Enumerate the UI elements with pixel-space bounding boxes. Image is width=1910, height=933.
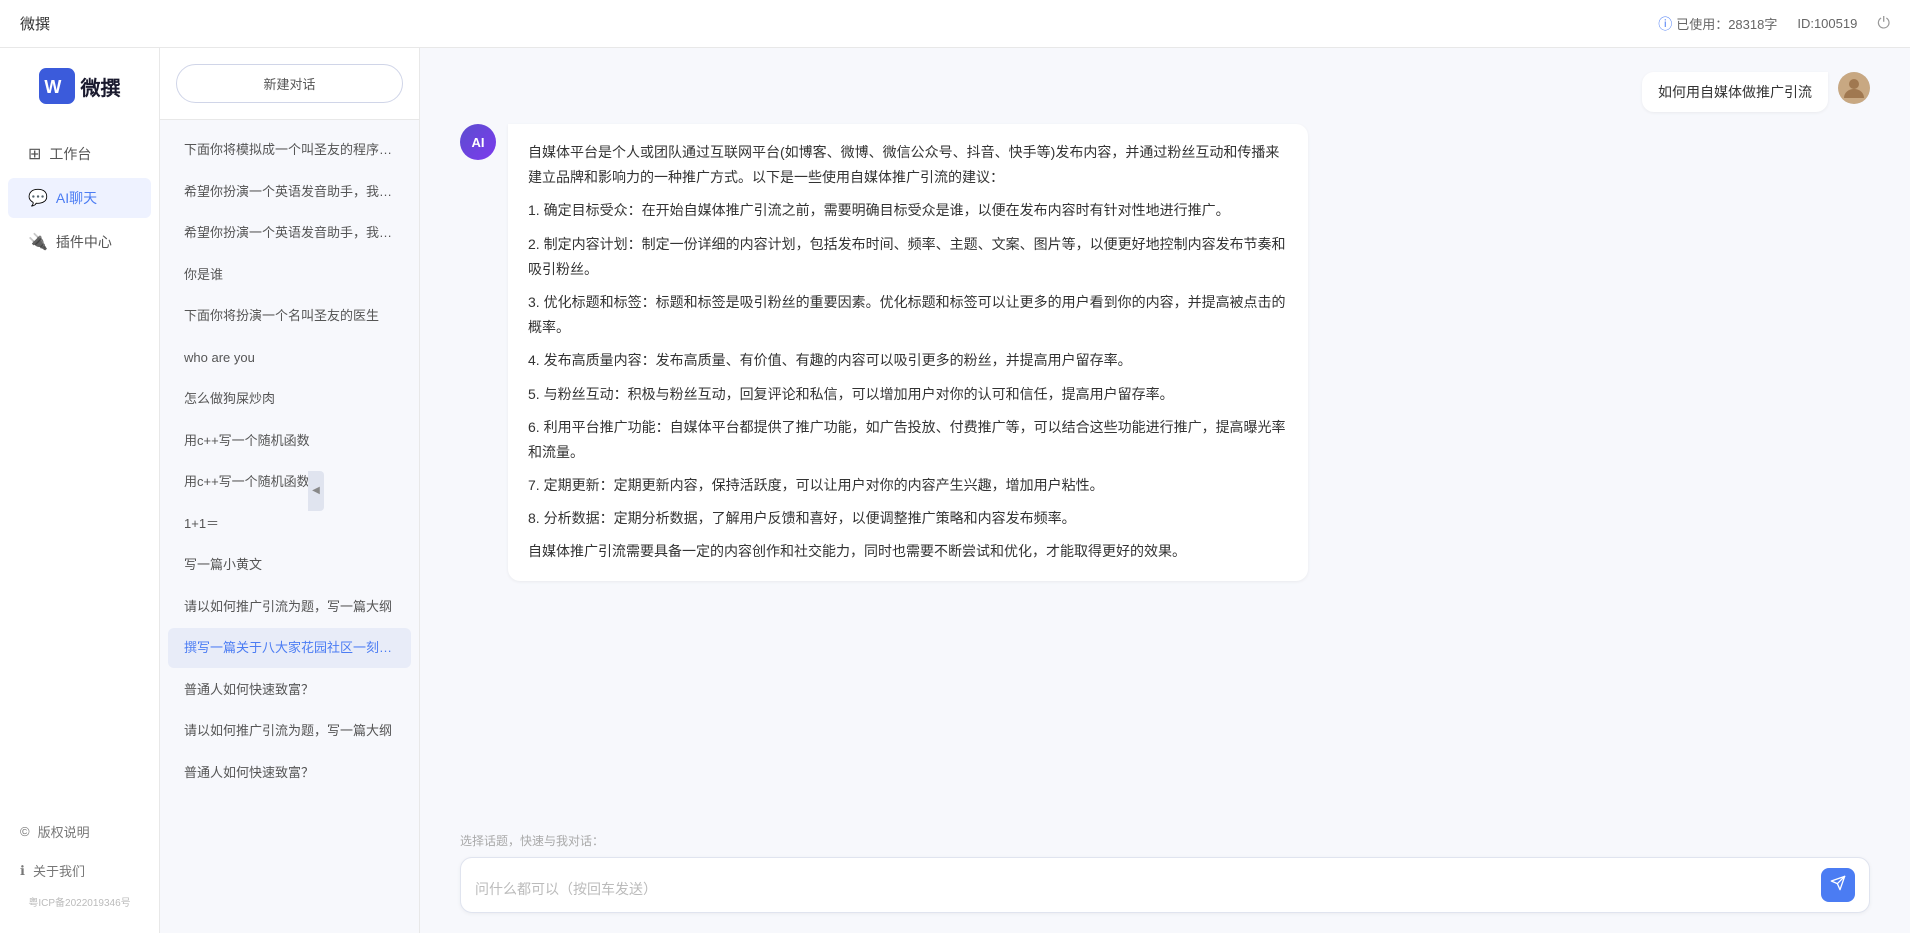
- about-icon: ℹ: [20, 863, 25, 879]
- copyright-item[interactable]: © 版权说明: [0, 812, 159, 851]
- list-item[interactable]: 你是谁: [168, 255, 411, 295]
- send-button[interactable]: [1821, 868, 1855, 902]
- list-item[interactable]: 怎么做狗屎炒肉: [168, 379, 411, 419]
- copyright-icon: ©: [20, 824, 30, 839]
- list-item[interactable]: who are you: [168, 338, 411, 378]
- main-layout: W 微撰 ⊞ 工作台 💬 AI聊天 🔌 插件中心 © 版权说明: [0, 48, 1910, 933]
- ai-para-2: 2. 制定内容计划：制定一份详细的内容计划，包括发布时间、频率、主题、文案、图片…: [528, 232, 1288, 282]
- about-item[interactable]: ℹ 关于我们: [0, 851, 159, 890]
- sidebar-item-workbench-label: 工作台: [49, 144, 91, 164]
- info-icon: ⓘ: [1658, 14, 1672, 34]
- logo-area: W 微撰: [29, 68, 131, 104]
- list-item[interactable]: 下面你将模拟成一个叫圣友的程序员，我说...: [168, 130, 411, 170]
- topbar-title: 微撰: [20, 13, 50, 34]
- ai-para-6: 6. 利用平台推广功能：自媒体平台都提供了推广功能，如广告投放、付费推广等，可以…: [528, 415, 1288, 465]
- ai-avatar: AI: [460, 124, 496, 160]
- chat-area: 如何用自媒体做推广引流 AI 自媒体平台是个人或团队通过互联网平台(如博客、微博…: [420, 48, 1910, 933]
- collapse-sidebar-button[interactable]: ◀: [308, 471, 324, 511]
- ai-chat-icon: 💬: [28, 188, 48, 208]
- sidebar-item-ai-chat-label: AI聊天: [56, 188, 97, 208]
- input-box: [460, 857, 1870, 913]
- topbar-usage: ⓘ 已使用：28318字: [1658, 14, 1777, 34]
- list-item[interactable]: 希望你扮演一个英语发音助手，我提供给你...: [168, 213, 411, 253]
- ai-message-content: 自媒体平台是个人或团队通过互联网平台(如博客、微博、微信公众号、抖音、快手等)发…: [508, 124, 1308, 581]
- ai-para-7: 7. 定期更新：定期更新内容，保持活跃度，可以让用户对你的内容产生兴趣，增加用户…: [528, 473, 1288, 498]
- list-item[interactable]: 1+1＝: [168, 504, 411, 544]
- ai-para-3: 3. 优化标题和标签：标题和标签是吸引粉丝的重要因素。优化标题和标签可以让更多的…: [528, 290, 1288, 340]
- list-item[interactable]: 普通人如何快速致富？: [168, 670, 411, 710]
- chat-history-panel: 新建对话 下面你将模拟成一个叫圣友的程序员，我说... 希望你扮演一个英语发音助…: [160, 48, 420, 933]
- ai-para-0: 自媒体平台是个人或团队通过互联网平台(如博客、微博、微信公众号、抖音、快手等)发…: [528, 140, 1288, 190]
- sidebar-item-plugin[interactable]: 🔌 插件中心: [8, 222, 151, 262]
- ai-para-5: 5. 与粉丝互动：积极与粉丝互动，回复评论和私信，可以增加用户对你的认可和信任，…: [528, 382, 1288, 407]
- send-icon: [1830, 875, 1846, 896]
- messages-container: 如何用自媒体做推广引流 AI 自媒体平台是个人或团队通过互联网平台(如博客、微博…: [420, 48, 1910, 820]
- ai-message: AI 自媒体平台是个人或团队通过互联网平台(如博客、微博、微信公众号、抖音、快手…: [460, 124, 1870, 581]
- list-item[interactable]: 请以如何推广引流为题，写一篇大纲: [168, 587, 411, 627]
- topbar-id: ID:100519: [1797, 16, 1857, 31]
- input-area: 选择话题，快速与我对话：: [420, 820, 1910, 933]
- user-message: 如何用自媒体做推广引流: [460, 72, 1870, 112]
- topbar-right: ⓘ 已使用：28318字 ID:100519 ⏻: [1658, 14, 1890, 34]
- sidebar-bottom: © 版权说明 ℹ 关于我们 粤ICP备2022019346号: [0, 812, 159, 923]
- plugin-icon: 🔌: [28, 232, 48, 252]
- list-item[interactable]: 写一篇小黄文: [168, 545, 411, 585]
- user-avatar: [1838, 72, 1870, 104]
- logo-text: 微撰: [81, 72, 121, 101]
- quick-topics: 选择话题，快速与我对话：: [460, 832, 1870, 849]
- usage-text: 已使用：28318字: [1676, 14, 1777, 33]
- ai-para-1: 1. 确定目标受众：在开始自媒体推广引流之前，需要明确目标受众是谁，以便在发布内…: [528, 198, 1288, 223]
- sidebar-item-workbench[interactable]: ⊞ 工作台: [8, 134, 151, 174]
- chat-input[interactable]: [475, 878, 1813, 902]
- svg-text:W: W: [44, 77, 61, 97]
- ai-para-8: 8. 分析数据：定期分析数据，了解用户反馈和喜好，以便调整推广策略和内容发布频率…: [528, 506, 1288, 531]
- list-item[interactable]: 普通人如何快速致富？: [168, 753, 411, 793]
- topbar: 微撰 ⓘ 已使用：28318字 ID:100519 ⏻: [0, 0, 1910, 48]
- list-item[interactable]: 请以如何推广引流为题，写一篇大纲: [168, 711, 411, 751]
- list-item[interactable]: 希望你扮演一个英语发音助手，我提供给你...: [168, 172, 411, 212]
- power-icon[interactable]: ⏻: [1877, 15, 1890, 33]
- ai-para-9: 自媒体推广引流需要具备一定的内容创作和社交能力，同时也需要不断尝试和优化，才能取…: [528, 539, 1288, 564]
- list-item[interactable]: 用c++写一个随机函数: [168, 421, 411, 461]
- logo-icon: W: [39, 68, 75, 104]
- user-message-content: 如何用自媒体做推广引流: [1642, 72, 1828, 112]
- ai-para-4: 4. 发布高质量内容：发布高质量、有价值、有趣的内容可以吸引更多的粉丝，并提高用…: [528, 348, 1288, 373]
- sidebar-item-plugin-label: 插件中心: [56, 232, 112, 252]
- list-item[interactable]: 用c++写一个随机函数: [168, 462, 411, 502]
- list-item-active[interactable]: 撰写一篇关于八大家花园社区一刻钟便民生...: [168, 628, 411, 668]
- left-sidebar: W 微撰 ⊞ 工作台 💬 AI聊天 🔌 插件中心 © 版权说明: [0, 48, 160, 933]
- chat-history-header: 新建对话: [160, 48, 419, 120]
- nav-items: ⊞ 工作台 💬 AI聊天 🔌 插件中心: [0, 134, 159, 262]
- sidebar-item-ai-chat[interactable]: 💬 AI聊天: [8, 178, 151, 218]
- chat-list: 下面你将模拟成一个叫圣友的程序员，我说... 希望你扮演一个英语发音助手，我提供…: [160, 120, 419, 933]
- copyright-label: 版权说明: [38, 822, 90, 841]
- new-chat-button[interactable]: 新建对话: [176, 64, 403, 103]
- icp-text: 粤ICP备2022019346号: [0, 890, 159, 913]
- workbench-icon: ⊞: [28, 144, 41, 164]
- about-label: 关于我们: [33, 861, 85, 880]
- list-item[interactable]: 下面你将扮演一个名叫圣友的医生: [168, 296, 411, 336]
